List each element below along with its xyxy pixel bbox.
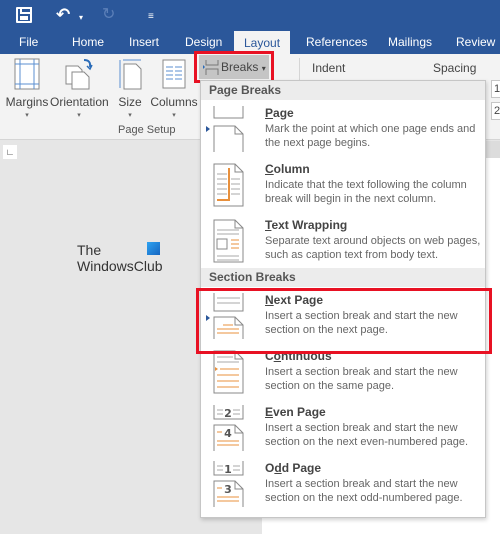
menu-item-column[interactable]: Column Indicate that the text following … xyxy=(201,156,485,212)
orientation-icon xyxy=(65,59,93,90)
tab-review[interactable]: Review xyxy=(456,30,495,54)
menu-item-description: Indicate that the text following the col… xyxy=(265,179,467,205)
menu-item-next-page[interactable]: Next Page Insert a section break and sta… xyxy=(201,287,485,343)
menu-item-description: Separate text around objects on web page… xyxy=(265,235,481,261)
margins-button[interactable]: Margins ▾ xyxy=(4,58,50,119)
tab-home[interactable]: Home xyxy=(72,30,104,54)
column-break-icon xyxy=(213,163,244,207)
orientation-button[interactable]: Orientation ▾ xyxy=(50,58,109,119)
menu-item-description: Insert a section break and start the new… xyxy=(265,478,463,504)
menu-item-page[interactable]: Page Mark the point at which one page en… xyxy=(201,100,485,156)
next-page-break-icon xyxy=(213,293,244,339)
windowsclub-logo-icon xyxy=(147,242,160,255)
menu-item-title: Odd Page xyxy=(265,461,322,475)
page-break-icon xyxy=(213,106,244,152)
columns-button[interactable]: Columns ▾ xyxy=(150,58,198,119)
text-wrapping-break-icon xyxy=(213,219,244,263)
title-bar: ↶ ▾ ↻ ≡ xyxy=(0,0,500,30)
menu-item-title: Page xyxy=(265,106,294,120)
tab-references[interactable]: References xyxy=(306,30,367,54)
chevron-down-icon: ▾ xyxy=(128,112,132,119)
even-page-number-a: 2 xyxy=(224,407,232,420)
spacing-label: Spacing xyxy=(433,61,477,75)
menu-item-odd-page[interactable]: 13 Odd Page Insert a section break and s… xyxy=(201,455,485,511)
page-breaks-header: Page Breaks xyxy=(201,81,485,100)
menu-item-title: Column xyxy=(265,162,310,176)
default-indicator-icon xyxy=(206,315,210,321)
breaks-dropdown-menu: Page Breaks Page Mark the point at which… xyxy=(200,80,486,518)
section-breaks-header: Section Breaks xyxy=(201,268,485,287)
size-button[interactable]: Size ▾ xyxy=(114,58,146,119)
menu-item-even-page[interactable]: 24 Even Page Insert a section break and … xyxy=(201,399,485,455)
menu-item-description: Insert a section break and start the new… xyxy=(265,310,458,336)
chevron-down-icon: ▾ xyxy=(261,64,266,73)
tab-design[interactable]: Design xyxy=(185,30,222,54)
continuous-break-icon xyxy=(213,350,244,394)
menu-item-description: Mark the point at which one page ends an… xyxy=(265,123,476,149)
tab-selector[interactable]: ∟ xyxy=(3,145,17,159)
margins-label: Margins xyxy=(5,95,49,109)
even-page-number-b: 4 xyxy=(224,427,232,440)
menu-item-title: Next Page xyxy=(265,293,324,307)
undo-dropdown-icon[interactable]: ▾ xyxy=(79,9,83,27)
margins-icon xyxy=(14,58,40,90)
menu-item-text-wrapping[interactable]: Text Wrapping Separate text around objec… xyxy=(201,212,485,268)
tab-mailings[interactable]: Mailings xyxy=(388,30,432,54)
watermark-line2: WindowsClub xyxy=(77,258,163,274)
breaks-button[interactable]: Breaks ▾ xyxy=(199,55,269,79)
menu-item-title: Even Page xyxy=(265,405,326,419)
menu-item-title: Text Wrapping xyxy=(265,218,348,232)
chevron-down-icon: ▾ xyxy=(25,112,29,119)
menu-item-description: Insert a section break and start the new… xyxy=(265,422,469,448)
orientation-label: Orientation xyxy=(50,95,109,109)
default-indicator-icon xyxy=(206,126,210,132)
spacing-before-input[interactable]: 1 xyxy=(491,80,500,98)
undo-icon[interactable]: ↶ xyxy=(56,6,70,24)
even-page-break-icon: 24 xyxy=(213,405,244,451)
redo-icon[interactable]: ↻ xyxy=(102,6,115,24)
ribbon-tabs: File Home Insert Design Layout Reference… xyxy=(0,30,500,54)
menu-item-title: Continuous xyxy=(265,349,332,363)
save-icon[interactable] xyxy=(16,7,32,23)
chevron-down-icon: ▾ xyxy=(172,112,176,119)
columns-icon xyxy=(162,59,186,89)
odd-page-break-icon: 13 xyxy=(213,461,244,507)
columns-label: Columns xyxy=(150,95,198,109)
indent-label: Indent xyxy=(312,61,346,75)
chevron-down-icon: ▾ xyxy=(77,112,81,119)
menu-item-description: Insert a section break and start the new… xyxy=(265,366,458,392)
odd-page-number-a: 1 xyxy=(224,463,232,476)
tab-layout[interactable]: Layout xyxy=(234,31,291,54)
size-label: Size xyxy=(118,95,142,109)
spacing-after-input[interactable]: 2 xyxy=(491,102,500,120)
customize-qat-icon[interactable]: ≡ xyxy=(148,8,154,26)
menu-item-continuous[interactable]: Continuous Insert a section break and st… xyxy=(201,343,485,399)
breaks-label: Breaks xyxy=(221,60,259,74)
tab-insert[interactable]: Insert xyxy=(129,30,159,54)
breaks-icon xyxy=(203,60,219,75)
page-setup-group-label: Page Setup xyxy=(118,124,176,136)
size-icon xyxy=(119,59,142,90)
tab-file[interactable]: File xyxy=(19,30,38,54)
odd-page-number-b: 3 xyxy=(224,483,232,496)
